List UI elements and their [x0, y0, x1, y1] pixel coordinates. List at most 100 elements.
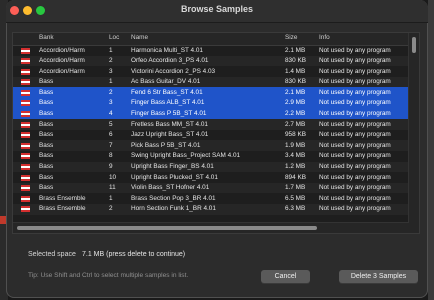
browse-samples-window: Browse Samples Bank Loc Name Size Info A… — [6, 0, 428, 298]
table-row[interactable]: Bass 11 Violin Bass_ST Hofner 4.01 1.7 MB No… — [13, 182, 409, 194]
cell-loc: 2 — [109, 88, 113, 96]
table-row[interactable]: Bass 7 Pick Bass P 5B_ST 4.01 1.9 MB Not use… — [13, 140, 409, 151]
cell-size: 830 KB — [285, 57, 306, 65]
cell-name: Brass Section Pop 3_BR 4.01 — [131, 194, 216, 202]
cell-info: Not used by any program — [319, 205, 391, 213]
horizontal-scroll-thumb[interactable] — [17, 226, 317, 230]
cell-bank: Bass — [39, 120, 54, 128]
cell-name: Swing Upright Bass_Project SAM 4.01 — [131, 152, 241, 160]
cell-size: 2.9 MB — [285, 99, 306, 107]
cell-bank: Bass — [39, 184, 54, 192]
flag-icon — [21, 153, 30, 160]
cell-loc: 3 — [109, 99, 113, 107]
window-title: Browse Samples — [180, 4, 254, 14]
cell-info: Not used by any program — [319, 88, 391, 96]
cell-info: Not used by any program — [319, 120, 391, 128]
cell-loc: 1 — [109, 46, 113, 54]
cell-info: Not used by any program — [319, 163, 391, 171]
vertical-scroll-thumb[interactable] — [412, 37, 416, 53]
cell-size: 3.4 MB — [285, 152, 306, 160]
cell-size: 2.1 MB — [285, 88, 306, 96]
column-header-size[interactable]: Size — [285, 34, 297, 41]
cell-loc: 8 — [109, 152, 113, 160]
column-header-name[interactable]: Name — [131, 34, 148, 41]
selection-tip: Tip: Use Shift and Ctrl to select multip… — [28, 272, 189, 279]
table-row[interactable]: Accordion/Harm 2 Orfeo Accordion 3_PS 4.01… — [13, 55, 409, 67]
cell-size: 830 KB — [285, 78, 306, 86]
table-row[interactable]: Bass 2 Fend 6 Str Bass_ST 4.01 2.1 MB Not us… — [13, 87, 409, 98]
cell-info: Not used by any program — [319, 141, 391, 149]
scrollbar-corner — [409, 223, 419, 233]
cell-size: 894 KB — [285, 173, 306, 181]
cell-name: Violin Bass_ST Hofner 4.01 — [131, 184, 210, 192]
delete-samples-button[interactable]: Delete 3 Samples — [339, 270, 418, 283]
table-row[interactable]: Brass Ensemble 2 Horn Section Funk 1_BR 4.… — [13, 203, 409, 215]
table-row[interactable]: Accordion/Harm 3 Victorini Accordion 2_PS … — [13, 66, 409, 77]
cell-loc: 7 — [109, 141, 113, 149]
cell-info: Not used by any program — [319, 99, 391, 107]
table-row[interactable]: Bass 5 Fretless Bass MM_ST 4.01 2.7 MB Not u… — [13, 119, 409, 130]
cell-name: Finger Bass ALB_ST 4.01 — [131, 99, 205, 107]
cell-name: Finger Bass P 5B_ST 4.01 — [131, 110, 207, 118]
cell-loc: 2 — [109, 205, 113, 213]
horizontal-scrollbar[interactable] — [13, 222, 409, 233]
table-row[interactable]: Accordion/Harm 1 Harmonica Multi_ST 4.01 2.… — [13, 45, 409, 56]
cell-name: Orfeo Accordion 3_PS 4.01 — [131, 57, 209, 65]
cell-loc: 5 — [109, 120, 113, 128]
column-header-bank[interactable]: Bank — [39, 34, 54, 41]
cell-info: Not used by any program — [319, 67, 391, 75]
flag-icon — [21, 206, 30, 213]
flag-icon — [21, 174, 30, 181]
cell-bank: Accordion/Harm — [39, 67, 85, 75]
flag-icon — [21, 58, 30, 65]
cell-name: Upright Bass Plucked_ST 4.01 — [131, 173, 218, 181]
cell-size: 1.4 MB — [285, 67, 306, 75]
cell-bank: Bass — [39, 88, 54, 96]
cell-name: Ac Bass Guitar_DV 4.01 — [131, 78, 201, 86]
cell-bank: Bass — [39, 173, 54, 181]
table-row[interactable]: Bass 10 Upright Bass Plucked_ST 4.01 894 KB… — [13, 172, 409, 183]
flag-icon — [21, 195, 30, 202]
flag-icon — [21, 100, 30, 107]
cell-size: 1.7 MB — [285, 184, 306, 192]
flag-icon — [21, 132, 30, 139]
cell-bank: Bass — [39, 131, 54, 139]
table-row[interactable]: Bass 4 Finger Bass P 5B_ST 4.01 2.2 MB Not u… — [13, 108, 409, 120]
column-header-info[interactable]: Info — [319, 34, 330, 41]
vertical-scrollbar[interactable] — [408, 33, 419, 223]
cell-bank: Brass Ensemble — [39, 205, 86, 213]
flag-icon — [21, 68, 30, 75]
cell-info: Not used by any program — [319, 57, 391, 65]
table-row[interactable]: Brass Ensemble 1 Brass Section Pop 3_BR 4.… — [13, 193, 409, 204]
column-header-loc[interactable]: Loc — [109, 34, 119, 41]
cell-loc: 3 — [109, 67, 113, 75]
table-row[interactable]: Bass 6 Jazz Upright Bass_ST 4.01 958 KB Not … — [13, 130, 409, 141]
flag-icon — [21, 111, 30, 118]
flag-icon — [21, 164, 30, 171]
cell-size: 2.2 MB — [285, 110, 306, 118]
cell-size: 6.5 MB — [285, 194, 306, 202]
table-row[interactable]: Bass 8 Swing Upright Bass_Project SAM 4.01… — [13, 151, 409, 162]
title-bar: Browse Samples — [6, 0, 428, 23]
cell-info: Not used by any program — [319, 173, 391, 181]
cell-name: Upright Bass Finger_BS 4.01 — [131, 163, 214, 171]
cell-bank: Bass — [39, 141, 54, 149]
cell-loc: 11 — [109, 184, 116, 192]
table-row[interactable]: Bass 1 Ac Bass Guitar_DV 4.01 830 KB Not use… — [13, 76, 409, 88]
cell-name: Fretless Bass MM_ST 4.01 — [131, 120, 208, 128]
table-row[interactable]: Bass 3 Finger Bass ALB_ST 4.01 2.9 MB Not us… — [13, 97, 409, 109]
cancel-button[interactable]: Cancel — [261, 270, 310, 283]
cell-loc: 6 — [109, 131, 113, 139]
cell-size: 2.1 MB — [285, 46, 306, 54]
cell-bank: Brass Ensemble — [39, 194, 86, 202]
cell-bank: Bass — [39, 152, 54, 160]
cell-size: 1.9 MB — [285, 141, 306, 149]
cell-bank: Bass — [39, 99, 54, 107]
table-row[interactable]: Bass 9 Upright Bass Finger_BS 4.01 1.2 MB No… — [13, 161, 409, 173]
cell-info: Not used by any program — [319, 78, 391, 86]
flag-icon — [21, 121, 30, 128]
cell-name: Fend 6 Str Bass_ST 4.01 — [131, 88, 203, 96]
cell-bank: Bass — [39, 78, 54, 86]
flag-icon — [21, 185, 30, 192]
cell-info: Not used by any program — [319, 194, 391, 202]
